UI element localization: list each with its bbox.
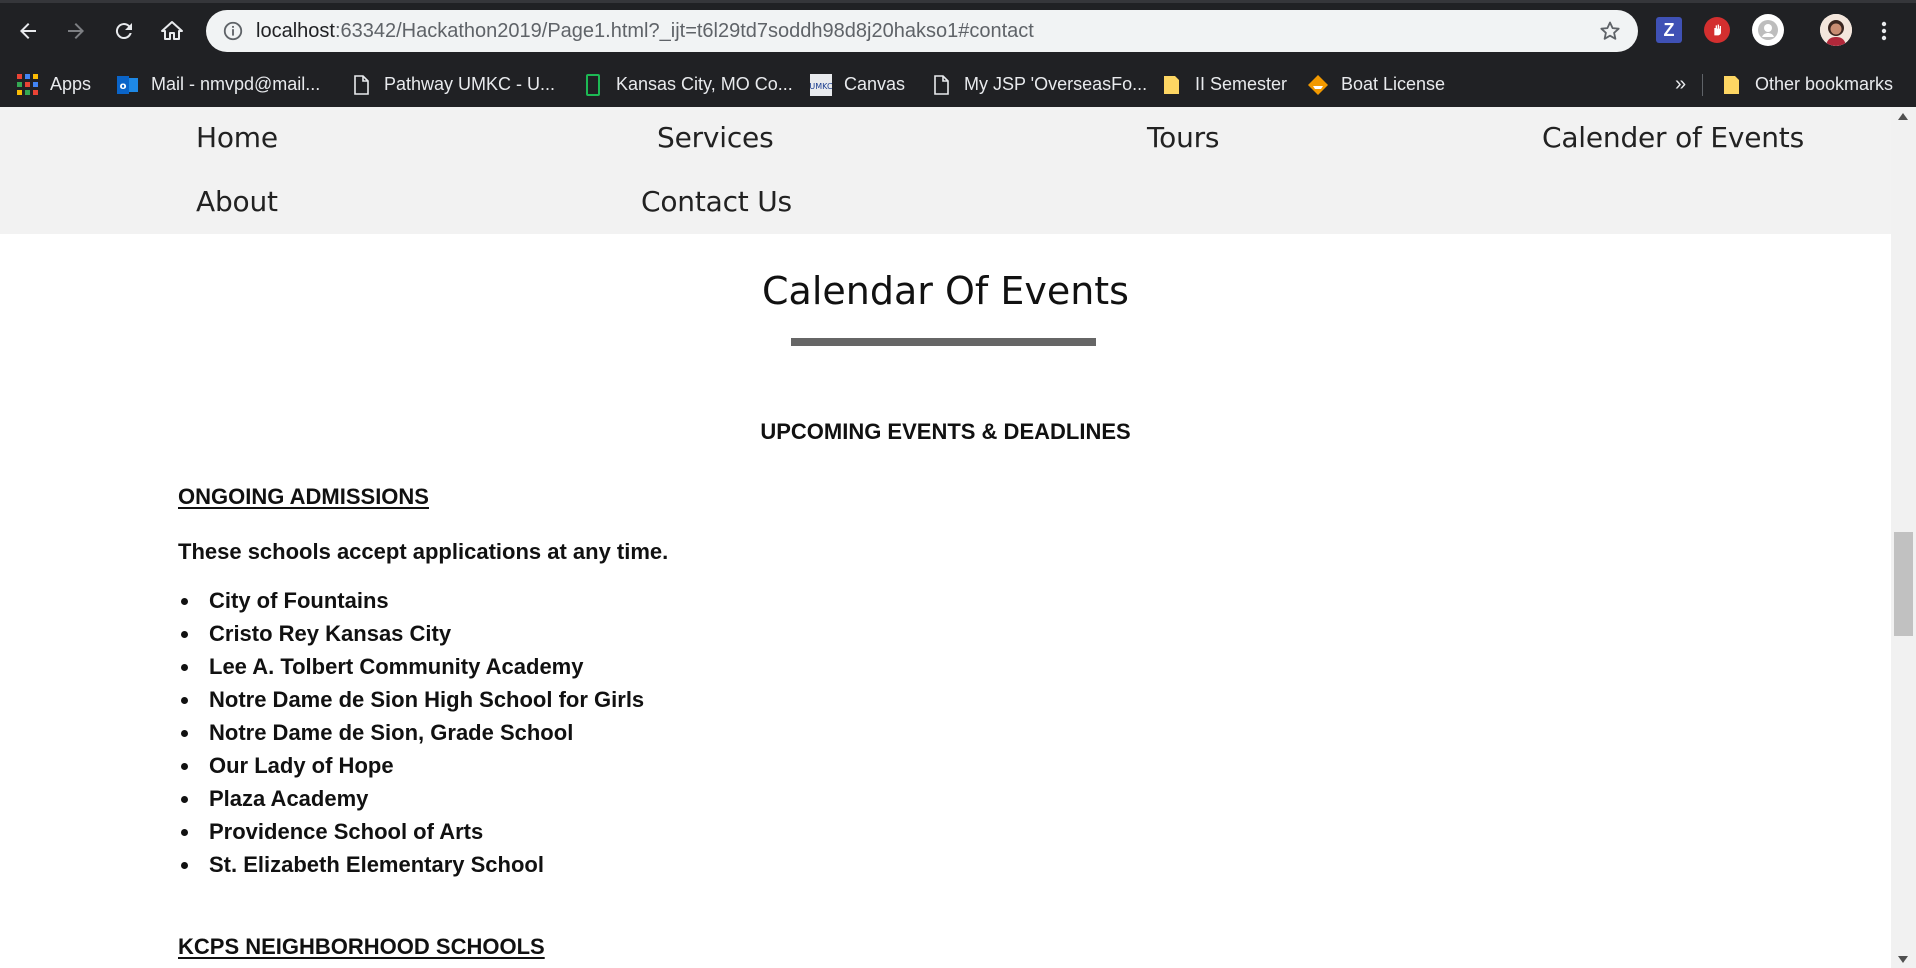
other-bookmarks-label: Other bookmarks — [1755, 74, 1894, 94]
green-doc-icon — [582, 73, 604, 96]
bookmark-star-icon[interactable] — [1598, 19, 1622, 43]
folder-icon — [1721, 74, 1743, 96]
bookmark-label: My JSP 'OverseasFo... — [964, 74, 1148, 94]
nav-tours-link[interactable]: Tours — [1147, 121, 1220, 154]
home-button[interactable] — [154, 13, 190, 49]
list-item: Plaza Academy — [180, 782, 644, 815]
events-subheading: UPCOMING EVENTS & DEADLINES — [760, 419, 1131, 444]
nav-contact-link[interactable]: Contact Us — [641, 185, 792, 218]
nav-services-link[interactable]: Services — [657, 121, 774, 154]
bookmarks-bar: Apps o Mail - nmvpd@mail... Pathway UMKC… — [0, 62, 1916, 107]
home-icon — [161, 21, 183, 40]
svg-text:UMKC: UMKC — [810, 82, 832, 91]
bookmark-label: Pathway UMKC - U... — [384, 74, 556, 94]
bookmark-my-jsp[interactable]: My JSP 'OverseasFo... — [930, 62, 1147, 107]
kebab-menu-icon — [1881, 21, 1887, 41]
bookmark-label: Mail - nmvpd@mail... — [151, 74, 321, 94]
scroll-up-arrow-icon[interactable] — [1898, 113, 1908, 120]
browser-toolbar: localhost:63342/Hackathon2019/Page1.html… — [0, 0, 1916, 62]
back-button[interactable] — [10, 13, 46, 49]
bookmark-label: II Semester — [1195, 74, 1288, 94]
nav-about-link[interactable]: About — [196, 185, 278, 218]
ongoing-admissions-heading: ONGOING ADMISSIONS — [178, 484, 429, 509]
bookmark-kansas-city[interactable]: Kansas City, MO Co... — [582, 62, 793, 107]
vertical-scrollbar[interactable] — [1891, 107, 1916, 968]
page-icon — [930, 74, 952, 96]
profile-photo-icon — [1820, 14, 1852, 46]
list-item: Cristo Rey Kansas City — [180, 617, 644, 650]
svg-text:o: o — [120, 81, 127, 92]
ongoing-admissions-note: These schools accept applications at any… — [178, 539, 669, 564]
list-item: Notre Dame de Sion High School for Girls — [180, 683, 644, 716]
boat-icon — [1307, 74, 1329, 96]
list-item: St. Elizabeth Elementary School — [180, 848, 644, 881]
tabstrip-edge — [0, 0, 1916, 3]
bookmark-apps[interactable]: Apps — [16, 62, 91, 107]
calendar-section: Calendar Of Events UPCOMING EVENTS & DEA… — [0, 234, 1891, 968]
bookmarks-overflow-button[interactable]: » — [1675, 62, 1686, 107]
scroll-down-arrow-icon[interactable] — [1898, 956, 1908, 963]
folder-icon — [1161, 74, 1183, 96]
outlook-icon: o — [117, 74, 139, 96]
bookmark-canvas[interactable]: UMKC Canvas — [810, 62, 905, 107]
overflow-chevron-icon: » — [1675, 73, 1687, 95]
profile-avatar[interactable] — [1820, 14, 1852, 46]
extension-circle-icon[interactable] — [1752, 14, 1784, 46]
bookmark-label: Kansas City, MO Co... — [616, 74, 793, 94]
back-arrow-icon — [20, 23, 36, 39]
bookmark-label: Apps — [50, 74, 92, 94]
list-item: Notre Dame de Sion, Grade School — [180, 716, 644, 749]
title-underline — [791, 338, 1096, 346]
forward-arrow-icon — [68, 23, 84, 39]
list-item: City of Fountains — [180, 584, 644, 617]
url-host: localhost — [256, 20, 335, 42]
url-path: :63342/Hackathon2019/Page1.html?_ijt=t6l… — [334, 20, 1034, 42]
nav-calendar-link[interactable]: Calender of Events — [1542, 121, 1804, 154]
list-item: Providence School of Arts — [180, 815, 644, 848]
bookmark-label: Boat License — [1341, 74, 1446, 94]
scrollbar-thumb[interactable] — [1894, 532, 1913, 636]
hand-icon — [1714, 24, 1721, 36]
other-bookmarks[interactable]: Other bookmarks — [1721, 62, 1893, 107]
umkc-icon: UMKC — [810, 73, 832, 96]
extension-z-icon[interactable]: Z — [1656, 17, 1682, 43]
kcps-neighborhood-heading: KCPS NEIGHBORHOOD SCHOOLS — [178, 934, 545, 959]
bookmark-ii-semester[interactable]: II Semester — [1161, 62, 1287, 107]
avatar-outline-icon — [1758, 20, 1778, 40]
bookmark-boat-license[interactable]: Boat License — [1307, 62, 1445, 107]
forward-button[interactable] — [58, 13, 94, 49]
bookmark-mail[interactable]: o Mail - nmvpd@mail... — [117, 62, 320, 107]
extension-z-label: Z — [1663, 19, 1675, 40]
page-title: Calendar Of Events — [762, 269, 1129, 313]
extension-stop-icon[interactable] — [1704, 17, 1730, 43]
page-icon — [350, 74, 372, 96]
apps-grid-icon — [16, 74, 38, 96]
school-list: City of Fountains Cristo Rey Kansas City… — [178, 584, 644, 881]
site-navigation: Home Services Tours Calender of Events A… — [0, 107, 1891, 234]
reload-button[interactable] — [106, 13, 142, 49]
nav-home-link[interactable]: Home — [196, 121, 278, 154]
reload-icon — [115, 23, 132, 40]
page-viewport: Home Services Tours Calender of Events A… — [0, 107, 1916, 968]
url-text[interactable]: localhost:63342/Hackathon2019/Page1.html… — [256, 10, 1034, 52]
address-bar[interactable]: localhost:63342/Hackathon2019/Page1.html… — [206, 10, 1638, 52]
bookmarks-separator — [1702, 74, 1703, 96]
browser-menu-button[interactable] — [1866, 13, 1902, 49]
bookmark-pathway[interactable]: Pathway UMKC - U... — [350, 62, 555, 107]
info-icon[interactable] — [222, 20, 244, 42]
list-item: Lee A. Tolbert Community Academy — [180, 650, 644, 683]
list-item: Our Lady of Hope — [180, 749, 644, 782]
bookmark-label: Canvas — [844, 74, 906, 94]
